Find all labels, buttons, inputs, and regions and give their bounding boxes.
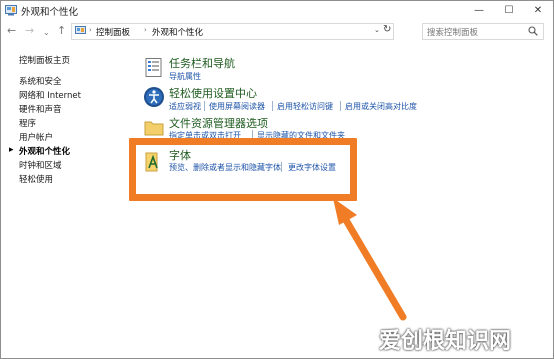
watermark-text: 爱创根知识网 bbox=[379, 329, 512, 354]
annotation-arrow bbox=[333, 198, 407, 321]
control-panel-window: 外观和个性化 — ☐ ✕ ← → ⌄ ↑ › 控制面板 › 外观和个性化 ⌄ ↻… bbox=[0, 0, 554, 359]
